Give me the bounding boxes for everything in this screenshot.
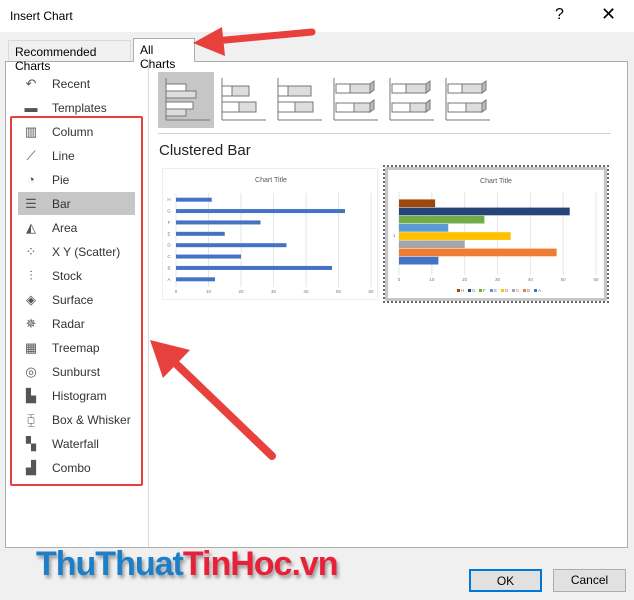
x-tick-label: 20 (238, 289, 244, 294)
legend-label-D: D (505, 288, 509, 293)
bar-G (399, 207, 570, 216)
x-tick-label: 40 (528, 277, 534, 282)
sidebar-item-recent[interactable]: ↶ Recent (18, 72, 135, 95)
chart-preview-1-svg: Chart Title 0 10 20 30 40 50 60 A B C D E F G H (167, 177, 374, 294)
x-tick-label: 10 (206, 289, 212, 294)
bar-E (399, 224, 449, 232)
y-tick-label: B (167, 265, 170, 270)
bar-B (399, 248, 557, 257)
legend-label-H: H (461, 288, 464, 293)
subtype-3d-stacked-bar[interactable] (382, 72, 438, 128)
legend-swatch-A (534, 289, 537, 292)
3d-100-stacked-bar-icon (445, 78, 490, 121)
legend-label-E: E (494, 288, 497, 293)
x-tick-label: 20 (462, 277, 468, 282)
bar-D (176, 243, 287, 248)
bar-A (399, 256, 439, 265)
bar-F (176, 220, 261, 225)
divider (158, 133, 611, 134)
legend-swatch-G (468, 289, 471, 292)
y-tick-label: G (167, 209, 171, 214)
bar-G (176, 209, 345, 214)
bar-D (399, 232, 511, 240)
3d-clustered-bar-icon (333, 78, 378, 121)
watermark-part2: TinHoc.vn (182, 545, 339, 583)
title-bar (0, 0, 634, 32)
legend-label-B: B (527, 288, 530, 293)
watermark-part1: ThuThuat (36, 545, 184, 583)
annotation-highlight-box (10, 116, 143, 486)
y-tick-label: E (167, 231, 170, 236)
legend-swatch-F (479, 289, 482, 292)
ok-button[interactable]: OK (469, 569, 542, 592)
subtype-title: Clustered Bar (159, 142, 251, 159)
chart-preview-2[interactable]: Chart Title 0 10 20 30 40 50 60 1 H G F E D C B A (383, 165, 609, 303)
y-tick-label: 1 (393, 233, 396, 238)
y-tick-label: F (168, 220, 171, 225)
legend-label-G: G (472, 288, 476, 293)
chart-title: Chart Title (255, 177, 287, 184)
subtype-100-stacked-bar[interactable] (270, 72, 326, 128)
subtype-3d-clustered-bar[interactable] (326, 72, 382, 128)
x-tick-label: 60 (593, 277, 599, 282)
bar-C (176, 254, 241, 259)
bar-B (176, 265, 332, 270)
window-title: Insert Chart (10, 9, 73, 23)
help-button[interactable]: ? (555, 6, 564, 24)
sidebar-divider (148, 62, 149, 547)
x-tick-label: 40 (303, 289, 309, 294)
undo-icon: ↶ (25, 75, 37, 91)
chart-preview-1[interactable]: Chart Title 0 10 20 30 40 50 60 A B C D E F G H (162, 168, 378, 300)
legend-swatch-C (512, 289, 515, 292)
legend-label-A: A (538, 288, 541, 293)
bar-A (176, 277, 215, 282)
close-button[interactable]: ✕ (601, 4, 616, 25)
x-tick-label: 0 (398, 277, 401, 282)
chart-preview-2-svg: Chart Title 0 10 20 30 40 50 60 1 H G F E D C B A (393, 178, 599, 293)
y-tick-label: A (167, 277, 170, 282)
x-tick-label: 50 (336, 289, 342, 294)
sidebar-item-label: Templates (52, 100, 107, 115)
y-tick-label: D (167, 243, 171, 248)
subtype-3d-100-stacked-bar[interactable] (438, 72, 494, 128)
folder-icon: ▬ (24, 99, 38, 115)
legend-label-C: C (516, 288, 520, 293)
x-tick-label: 10 (429, 277, 435, 282)
legend-swatch-H (457, 289, 460, 292)
legend-label-F: F (483, 288, 486, 293)
x-tick-label: 30 (271, 289, 277, 294)
bar-E (176, 231, 225, 236)
bar-H (176, 197, 212, 202)
tab-all-charts[interactable]: All Charts (133, 38, 195, 71)
x-tick-label: 30 (495, 277, 501, 282)
bar-C (399, 240, 465, 249)
stacked-bar-icon (221, 78, 266, 121)
sidebar-item-label: Recent (52, 76, 91, 91)
x-tick-label: 60 (368, 289, 374, 294)
x-tick-label: 50 (561, 277, 567, 282)
x-tick-label: 0 (175, 289, 178, 294)
bar-H (399, 199, 436, 208)
legend-swatch-E (490, 289, 493, 292)
legend-swatch-D (501, 289, 504, 292)
3d-stacked-bar-icon (389, 78, 434, 121)
chart-title: Chart Title (480, 178, 512, 185)
y-tick-label: C (167, 254, 171, 259)
tab-recommended-charts[interactable]: Recommended Charts (8, 40, 131, 73)
y-tick-label: H (167, 197, 170, 202)
subtype-clustered-bar[interactable] (158, 72, 214, 128)
clustered-bar-icon (165, 78, 210, 121)
subtype-stacked-bar[interactable] (214, 72, 270, 128)
cancel-button[interactable]: Cancel (553, 569, 626, 592)
100-stacked-bar-icon (277, 78, 322, 121)
watermark-logo: ThuThuatTinHoc.vn (36, 545, 339, 584)
bar-F (399, 215, 485, 224)
legend-swatch-B (523, 289, 526, 292)
